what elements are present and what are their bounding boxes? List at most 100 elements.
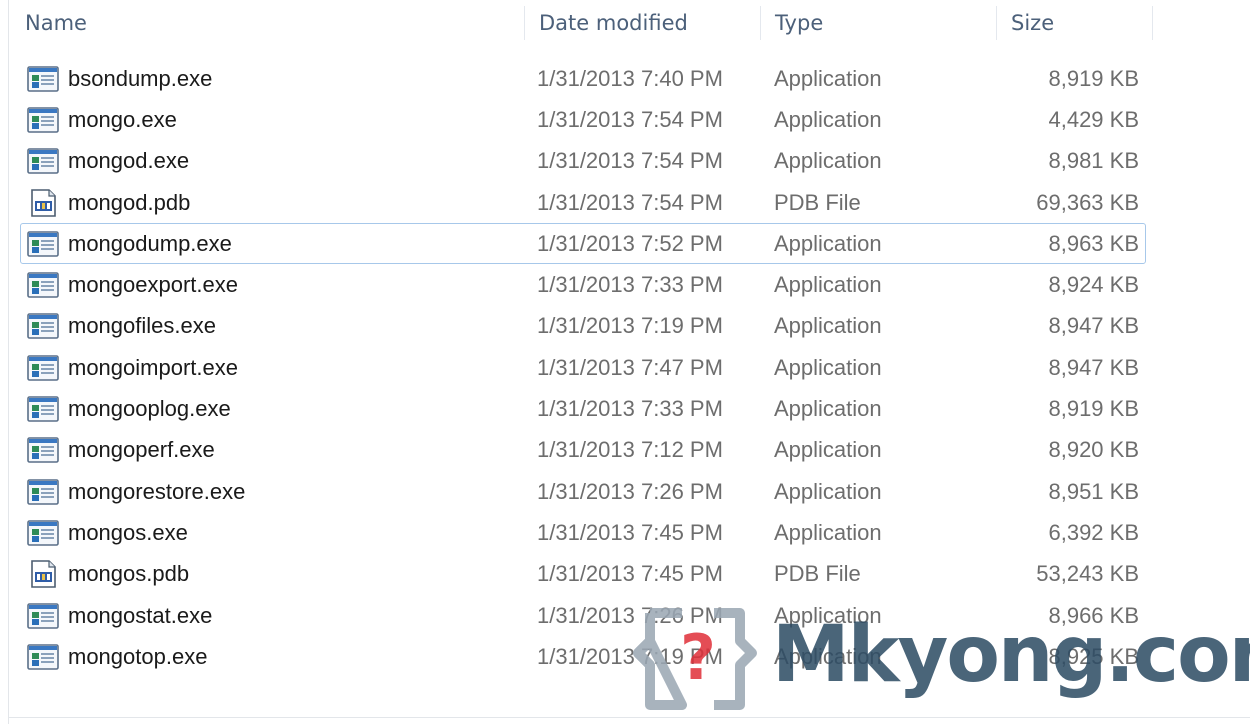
file-row[interactable]: mongo.exe 1/31/2013 7:54 PM Application 4,4… (20, 99, 1146, 140)
file-type-cell: Application (774, 148, 882, 174)
column-header-type[interactable]: Type (761, 0, 997, 46)
date-modified-cell: 1/31/2013 7:54 PM (537, 148, 723, 174)
file-name-cell[interactable]: mongoexport.exe (27, 265, 527, 304)
file-explorer-window: Name Date modified Type Size bsondump.ex… (0, 0, 1250, 724)
file-name-label: mongoperf.exe (68, 437, 215, 463)
file-size-cell: 4,429 KB (1048, 106, 1139, 132)
file-name-cell[interactable]: mongod.pdb (27, 183, 527, 222)
file-name-label: bsondump.exe (68, 65, 213, 91)
file-row[interactable]: mongod.pdb 1/31/2013 7:54 PM PDB File 69,36… (20, 182, 1146, 223)
file-name-cell[interactable]: mongofiles.exe (27, 307, 527, 346)
file-row[interactable]: mongos.pdb 1/31/2013 7:45 PM PDB File 53,24… (20, 554, 1146, 595)
application-icon (27, 602, 59, 630)
application-icon (27, 65, 59, 93)
file-type-cell: Application (774, 65, 882, 91)
file-name-cell[interactable]: mongostat.exe (27, 596, 527, 635)
file-row[interactable]: mongotop.exe 1/31/2013 7:19 PM Application… (20, 636, 1146, 677)
file-size-cell: 8,920 KB (1048, 437, 1139, 463)
file-name-cell[interactable]: mongoimport.exe (27, 348, 527, 387)
column-header-date-modified[interactable]: Date modified (525, 0, 761, 46)
date-modified-cell: 1/31/2013 7:19 PM (537, 313, 723, 339)
file-row[interactable]: mongofiles.exe 1/31/2013 7:19 PM Applicati… (20, 306, 1146, 347)
file-size-cell: 53,243 KB (1036, 561, 1139, 587)
file-size-cell: 8,981 KB (1048, 148, 1139, 174)
file-type-cell: Application (774, 437, 882, 463)
application-icon (27, 106, 59, 134)
file-name-cell[interactable]: mongotop.exe (27, 637, 527, 676)
pane-bottom-border (8, 717, 1250, 718)
date-modified-cell: 1/31/2013 7:33 PM (537, 396, 723, 422)
file-row[interactable]: mongoexport.exe 1/31/2013 7:33 PM Applicat… (20, 264, 1146, 305)
file-name-cell[interactable]: mongodump.exe (27, 224, 527, 263)
column-header-bar: Name Date modified Type Size (9, 0, 1250, 46)
file-name-cell[interactable]: mongo.exe (27, 100, 527, 139)
file-name-cell[interactable]: mongorestore.exe (27, 472, 527, 511)
date-modified-cell: 1/31/2013 7:52 PM (537, 230, 723, 256)
pane-left-border (8, 0, 9, 724)
date-modified-cell: 1/31/2013 7:45 PM (537, 519, 723, 545)
file-row[interactable]: bsondump.exe 1/31/2013 7:40 PM Application… (20, 58, 1146, 99)
file-size-cell: 8,947 KB (1048, 354, 1139, 380)
file-size-cell: 8,947 KB (1048, 313, 1139, 339)
application-icon (27, 230, 59, 258)
file-size-cell: 8,925 KB (1048, 643, 1139, 669)
date-modified-cell: 1/31/2013 7:26 PM (537, 602, 723, 628)
application-icon (27, 478, 59, 506)
file-name-label: mongorestore.exe (68, 478, 246, 504)
column-header-name[interactable]: Name (9, 0, 525, 46)
file-name-label: mongooplog.exe (68, 396, 231, 422)
date-modified-cell: 1/31/2013 7:40 PM (537, 65, 723, 91)
date-modified-cell: 1/31/2013 7:45 PM (537, 561, 723, 587)
file-row[interactable]: mongorestore.exe 1/31/2013 7:26 PM Applica… (20, 471, 1146, 512)
application-icon (27, 643, 59, 671)
file-name-label: mongod.exe (68, 148, 190, 174)
file-type-cell: PDB File (774, 189, 861, 215)
file-name-cell[interactable]: mongod.exe (27, 142, 527, 181)
date-modified-cell: 1/31/2013 7:33 PM (537, 272, 723, 298)
file-name-label: mongos.pdb (68, 561, 190, 587)
file-name-label: mongotop.exe (68, 643, 208, 669)
file-row[interactable]: mongostat.exe 1/31/2013 7:26 PM Applicatio… (20, 595, 1146, 636)
file-type-cell: PDB File (774, 561, 861, 587)
file-row[interactable]: mongos.exe 1/31/2013 7:45 PM Application 6,… (20, 512, 1146, 553)
application-icon (27, 312, 59, 340)
file-name-label: mongod.pdb (68, 189, 191, 215)
file-type-cell: Application (774, 519, 882, 545)
file-row[interactable]: mongoimport.exe 1/31/2013 7:47 PM Applicat… (20, 347, 1146, 388)
file-size-cell: 8,951 KB (1048, 478, 1139, 504)
file-row[interactable]: mongod.exe 1/31/2013 7:54 PM Application 8,… (20, 141, 1146, 182)
file-name-label: mongo.exe (68, 106, 177, 132)
file-name-label: mongoexport.exe (68, 272, 238, 298)
application-icon (27, 354, 59, 382)
date-modified-cell: 1/31/2013 7:47 PM (537, 354, 723, 380)
file-type-cell: Application (774, 354, 882, 380)
file-name-label: mongostat.exe (68, 602, 213, 628)
date-modified-cell: 1/31/2013 7:12 PM (537, 437, 723, 463)
file-name-cell[interactable]: mongoperf.exe (27, 431, 527, 470)
file-type-cell: Application (774, 602, 882, 628)
file-name-cell[interactable]: mongos.exe (27, 513, 527, 552)
file-name-cell[interactable]: bsondump.exe (27, 59, 527, 98)
file-type-cell: Application (774, 478, 882, 504)
date-modified-cell: 1/31/2013 7:54 PM (537, 189, 723, 215)
pdb-file-icon (27, 188, 59, 217)
application-icon (27, 519, 59, 547)
application-icon (27, 147, 59, 175)
file-size-cell: 8,966 KB (1048, 602, 1139, 628)
file-row[interactable]: mongoperf.exe 1/31/2013 7:12 PM Applicatio… (20, 430, 1146, 471)
date-modified-cell: 1/31/2013 7:26 PM (537, 478, 723, 504)
file-row[interactable]: mongodump.exe 1/31/2013 7:52 PM Applicatio… (20, 223, 1146, 265)
column-header-size[interactable]: Size (997, 0, 1153, 46)
application-icon (27, 436, 59, 464)
file-type-cell: Application (774, 272, 882, 298)
file-size-cell: 8,924 KB (1048, 272, 1139, 298)
file-name-label: mongodump.exe (68, 230, 232, 256)
file-size-cell: 8,963 KB (1048, 230, 1139, 256)
file-name-cell[interactable]: mongos.pdb (27, 555, 527, 594)
file-name-cell[interactable]: mongooplog.exe (27, 389, 527, 428)
pdb-file-icon (27, 560, 59, 589)
date-modified-cell: 1/31/2013 7:19 PM (537, 643, 723, 669)
file-row[interactable]: mongooplog.exe 1/31/2013 7:33 PM Applicati… (20, 388, 1146, 429)
file-size-cell: 6,392 KB (1048, 519, 1139, 545)
file-name-label: mongos.exe (68, 519, 188, 545)
